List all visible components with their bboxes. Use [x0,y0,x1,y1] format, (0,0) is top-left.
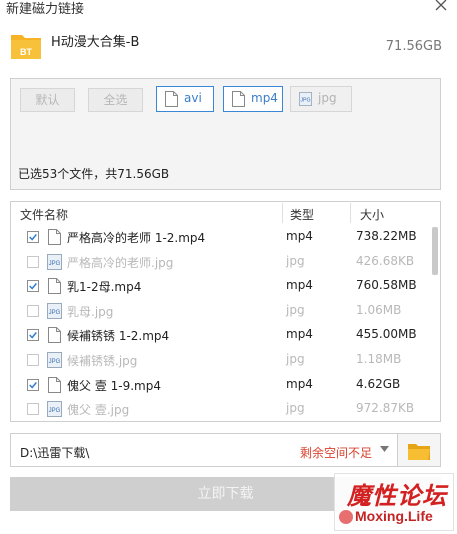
selected-summary: 已选53个文件，共71.56GB [18,167,170,181]
close-icon[interactable] [432,0,450,14]
column-divider [282,203,283,223]
file-type: mp4 [286,278,313,293]
file-type: jpg [286,401,305,416]
table-row[interactable]: JPG 严格高冷的老师.jpg jpg 426.68KB [11,251,429,275]
file-type: jpg [286,352,305,366]
checkmark-icon [29,381,37,389]
video-file-icon [47,327,62,344]
filter-chip-avi[interactable]: avi [156,86,214,112]
table-row[interactable]: JPG 乳母.jpg jpg 1.06MB [11,300,429,324]
watermark-en-text: Moxing.Life [355,508,433,524]
row-checkbox[interactable] [27,354,39,366]
svg-text:JPG: JPG [49,310,61,316]
filter-chip-mp4[interactable]: mp4 [223,86,283,112]
jpg-file-icon: JPG [299,92,312,106]
table-row[interactable]: 严格高冷的老师 1-2.mp4 mp4 738.22MB [11,226,429,250]
jpg-file-icon: JPG [47,352,62,368]
file-type: jpg [286,302,305,317]
svg-text:JPG: JPG [49,408,61,414]
column-header-size[interactable]: 大小 [360,206,384,223]
file-name: 傀父 壹 1-9.mp4 [67,378,161,393]
scrollbar-thumb[interactable] [432,227,438,275]
row-checkbox[interactable] [27,304,39,317]
file-name: 乳1-2母.mp4 [67,280,142,295]
watermark-avatar [339,510,353,524]
space-warning: 剩余空间不足 [300,446,373,460]
file-type: jpg [286,253,305,268]
file-type: mp4 [286,229,313,243]
filter-chip-label: avi [184,91,202,105]
save-path-text[interactable]: D:\迅雷下载\ [20,444,89,461]
watermark-logo: 魔性论坛 Moxing.Life [334,473,454,531]
document-icon [165,91,178,107]
checkmark-icon [29,332,37,340]
svg-text:JPG: JPG [49,261,61,267]
video-file-icon [47,229,62,245]
row-checkbox[interactable] [27,280,39,293]
table-row[interactable]: JPG 傀父 壹.jpg jpg 972.87KB [11,398,429,422]
file-name: 严格高冷的老师 1-2.mp4 [67,231,206,245]
file-size: 1.06MB [356,302,402,317]
filter-chip-label: jpg [318,91,337,105]
jpg-file-icon: JPG [47,302,62,319]
document-icon [232,91,245,107]
table-row[interactable]: 傀父 壹 1-9.mp4 mp4 4.62GB [11,374,429,398]
bt-folder-icon: BT [11,35,41,59]
file-name: 候補锈锈.jpg [67,354,138,368]
column-divider [350,203,351,223]
table-row[interactable]: 候補锈锈 1-2.mp4 mp4 455.00MB [11,324,429,348]
file-name: 候補锈锈 1-2.mp4 [67,329,170,344]
svg-text:JPG: JPG [300,98,310,104]
jpg-file-icon: JPG [47,401,62,418]
file-size: 426.68KB [356,253,415,268]
default-button[interactable]: 默认 [20,88,75,112]
column-header-name[interactable]: 文件名称 [20,206,68,223]
watermark-cn-text: 魔性论坛 [347,481,447,510]
column-header-type[interactable]: 类型 [290,206,314,223]
row-checkbox[interactable] [27,255,39,268]
row-checkbox[interactable] [27,329,39,342]
video-file-icon [47,278,62,295]
file-size: 760.58MB [356,278,417,293]
table-row[interactable]: 乳1-2母.mp4 mp4 760.58MB [11,275,429,299]
folder-icon [408,444,430,460]
video-file-icon [47,376,62,393]
row-checkbox[interactable] [27,403,39,416]
file-name: 傀父 壹.jpg [67,403,130,418]
file-size: 455.00MB [356,327,417,342]
chevron-down-icon[interactable] [380,446,389,452]
row-checkbox[interactable] [27,378,39,391]
table-row[interactable]: JPG 候補锈锈.jpg jpg 1.18MB [11,349,429,373]
window-title: 新建磁力链接 [6,2,85,17]
file-size: 738.22MB [356,229,417,243]
file-type: mp4 [286,327,313,342]
svg-text:JPG: JPG [49,359,61,365]
file-type: mp4 [286,376,313,391]
file-name: 严格高冷的老师.jpg [67,255,174,270]
file-name: 乳母.jpg [67,304,114,319]
file-size: 1.18MB [356,352,402,366]
file-size: 972.87KB [356,401,415,416]
bt-badge-text: BT [20,47,32,57]
row-checkbox[interactable] [27,231,39,243]
browse-folder-button[interactable] [398,433,441,467]
filter-chip-jpg[interactable]: JPG jpg [290,86,352,112]
filter-chip-label: mp4 [251,91,278,105]
checkmark-icon [29,234,37,241]
select-all-button[interactable]: 全选 [88,88,143,112]
file-size: 4.62GB [356,376,401,391]
jpg-file-icon: JPG [47,253,62,270]
torrent-name: H动漫大合集-B [51,35,140,50]
torrent-total-size: 71.56GB [385,39,442,54]
checkmark-icon [29,283,37,290]
